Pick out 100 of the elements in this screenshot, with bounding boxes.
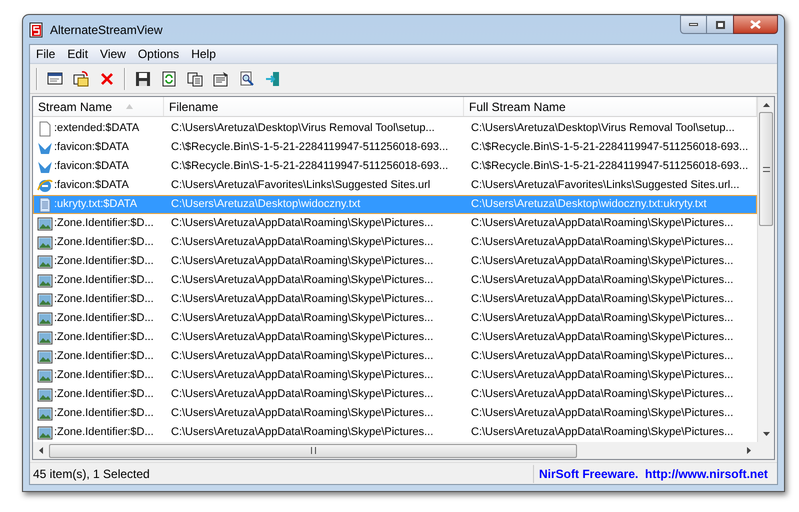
table-cell-text: :Zone.Identifier:$D... xyxy=(54,368,154,384)
image-file-icon xyxy=(37,234,53,250)
table-cell: C:\Users\Aretuza\AppData\Roaming\Skype\Pictures... xyxy=(471,255,734,268)
table-cell: C:\Users\Aretuza\Desktop\widoczny.txt:ukryty.txt xyxy=(471,198,707,210)
image-file-icon xyxy=(37,292,53,308)
list-row[interactable]: :Zone.Identifier:$D... C:\Users\Aretuza\AppData\Roaming\Skype\Pictures... C:\Users\Aretuza\AppData\Roaming\Skype\Pictures... xyxy=(33,233,757,252)
table-cell: C:\Users\Aretuza\AppData\Roaming\Skype\Pictures... xyxy=(471,274,734,286)
table-cell: C:\Users\Aretuza\AppData\Roaming\Skype\Pictures... xyxy=(471,407,734,420)
table-cell: C:\Users\Aretuza\AppData\Roaming\Skype\Pictures... xyxy=(471,331,734,344)
properties-icon xyxy=(213,70,229,86)
scroll-left-icon xyxy=(39,447,43,454)
table-cell-text: :Zone.Identifier:$D... xyxy=(54,311,154,326)
list-row[interactable]: :Zone.Identifier:$D... C:\Users\Aretuza\AppData\Roaming\Skype\Pictures... C:\Users\Aretuza\AppData\Roaming\Skype\Pictures... xyxy=(33,214,757,233)
refresh-icon xyxy=(161,70,177,86)
window-title: AlternateStreamView xyxy=(50,22,162,38)
vertical-scrollbar[interactable] xyxy=(757,97,774,442)
column-header[interactable]: Full Stream Name xyxy=(464,97,757,116)
table-cell: C:\Users\Aretuza\AppData\Roaming\Skype\Pictures... xyxy=(171,293,434,306)
favicon-icon xyxy=(37,158,53,174)
scroll-thumb[interactable] xyxy=(49,444,577,458)
menu-item[interactable]: File xyxy=(30,45,62,63)
table-cell-text: :Zone.Identifier:$D... xyxy=(54,387,154,402)
save-icon xyxy=(135,70,151,86)
list-row[interactable]: :favicon:$DATA C:\$Recycle.Bin\S-1-5-21-2284119947-511256018-693... C:\$Recycle.Bin\S-1-5-21-2284119947-511256018-693... xyxy=(33,138,757,157)
table-cell: C:\Users\Aretuza\AppData\Roaming\Skype\Pictures... xyxy=(471,217,734,230)
list-row[interactable]: :Zone.Identifier:$D... C:\Users\Aretuza\AppData\Roaming\Skype\Pictures... C:\Users\Aretuza\AppData\Roaming\Skype\Pictures... xyxy=(33,290,757,309)
menu-item[interactable]: Options xyxy=(132,45,186,63)
delete-icon xyxy=(99,70,115,86)
table-cell: C:\$Recycle.Bin\S-1-5-21-2284119947-511256018-693... xyxy=(471,141,748,154)
scroll-down-icon xyxy=(762,432,770,436)
table-cell: C:\Users\Aretuza\AppData\Roaming\Skype\Pictures... xyxy=(471,350,734,362)
list-row[interactable]: :Zone.Identifier:$D... C:\Users\Aretuza\AppData\Roaming\Skype\Pictures... C:\Users\Aretuza\AppData\Roaming\Skype\Pictures... xyxy=(33,309,757,328)
image-file-icon xyxy=(37,272,53,288)
menu-item[interactable]: View xyxy=(94,45,132,63)
table-cell: C:\Users\Aretuza\AppData\Roaming\Skype\Pictures... xyxy=(471,369,734,382)
table-cell: C:\Users\Aretuza\Desktop\Virus Removal Tool\setup... xyxy=(471,122,735,134)
table-cell: C:\Users\Aretuza\AppData\Roaming\Skype\Pictures... xyxy=(471,388,734,400)
table-cell: C:\Users\Aretuza\Desktop\Virus Removal Tool\setup... xyxy=(171,122,435,134)
menu-item[interactable]: Help xyxy=(185,45,222,63)
minimize-button[interactable] xyxy=(680,15,707,34)
list-row[interactable]: :Zone.Identifier:$D... C:\Users\Aretuza\AppData\Roaming\Skype\Pictures... C:\Users\Aretuza\AppData\Roaming\Skype\Pictures... xyxy=(33,366,757,385)
website-link[interactable]: NirSoft Freeware. http://www.nirsoft.net xyxy=(533,464,768,482)
list-row[interactable]: :Zone.Identifier:$D... C:\Users\Aretuza\AppData\Roaming\Skype\Pictures... C:\Users\Aretuza\AppData\Roaming\Skype\Pictures... xyxy=(33,423,757,442)
table-cell-text: :favicon:$DATA xyxy=(54,178,129,194)
table-cell-text: :Zone.Identifier:$D... xyxy=(54,254,154,270)
list-row[interactable]: :Zone.Identifier:$D... C:\Users\Aretuza\AppData\Roaming\Skype\Pictures... C:\Users\Aretuza\AppData\Roaming\Skype\Pictures... xyxy=(33,347,757,366)
list-row[interactable]: :Zone.Identifier:$D... C:\Users\Aretuza\AppData\Roaming\Skype\Pictures... C:\Users\Aretuza\AppData\Roaming\Skype\Pictures... xyxy=(33,385,757,404)
table-cell-text: :Zone.Identifier:$D... xyxy=(54,349,154,364)
image-file-icon xyxy=(37,348,53,364)
table-cell: C:\Users\Aretuza\AppData\Roaming\Skype\Pictures... xyxy=(171,426,434,438)
window-icon xyxy=(47,70,63,86)
table-cell: C:\$Recycle.Bin\S-1-5-21-2284119947-511256018-693... xyxy=(471,160,748,172)
table-cell: C:\Users\Aretuza\AppData\Roaming\Skype\Pictures... xyxy=(171,331,434,344)
scroll-thumb[interactable] xyxy=(759,112,773,226)
table-cell: C:\Users\Aretuza\AppData\Roaming\Skype\Pictures... xyxy=(171,236,434,248)
table-cell: C:\Users\Aretuza\Desktop\widoczny.txt xyxy=(171,198,360,210)
table-cell: C:\Users\Aretuza\Favorites\Links\Suggested Sites.url... xyxy=(471,179,740,192)
text-file-icon xyxy=(37,196,53,212)
list-row[interactable]: :Zone.Identifier:$D... C:\Users\Aretuza\AppData\Roaming\Skype\Pictures... C:\Users\Aretuza\AppData\Roaming\Skype\Pictures... xyxy=(33,252,757,271)
exit-icon xyxy=(265,70,281,86)
table-cell-text: :Zone.Identifier:$D... xyxy=(54,330,154,346)
copy-icon xyxy=(187,70,203,86)
menu-item[interactable]: Edit xyxy=(61,45,94,63)
table-cell: C:\Users\Aretuza\AppData\Roaming\Skype\Pictures... xyxy=(171,255,434,268)
image-file-icon xyxy=(37,254,53,270)
image-file-icon xyxy=(37,424,53,440)
favicon-icon xyxy=(37,140,53,156)
scroll-up-icon xyxy=(762,103,770,107)
list-row[interactable]: :favicon:$DATA C:\Users\Aretuza\Favorites\Links\Suggested Sites.url C:\Users\Aretuza\Favorites\Links\Suggested Sites.url... xyxy=(33,176,757,195)
column-header[interactable]: Stream Name xyxy=(33,97,164,116)
image-file-icon xyxy=(37,330,53,346)
table-cell: C:\Users\Aretuza\AppData\Roaming\Skype\Pictures... xyxy=(471,236,734,248)
table-cell: C:\Users\Aretuza\AppData\Roaming\Skype\Pictures... xyxy=(171,217,434,230)
table-cell: C:\Users\Aretuza\AppData\Roaming\Skype\Pictures... xyxy=(471,426,734,438)
item-count: 45 item(s), 1 Selected xyxy=(32,466,151,482)
list-row[interactable]: :extended:$DATA C:\Users\Aretuza\Desktop\Virus Removal Tool\setup... C:\Users\Aretuza\Desktop\Virus Removal Tool\setup... xyxy=(33,119,757,138)
list-row[interactable]: :favicon:$DATA C:\$Recycle.Bin\S-1-5-21-2284119947-511256018-693... C:\$Recycle.Bin\S-1-5-21-2284119947-511256018-693... xyxy=(33,157,757,176)
close-icon xyxy=(750,20,761,29)
list-row[interactable]: :Zone.Identifier:$D... C:\Users\Aretuza\AppData\Roaming\Skype\Pictures... C:\Users\Aretuza\AppData\Roaming\Skype\Pictures... xyxy=(33,328,757,347)
list-row[interactable]: :Zone.Identifier:$D... C:\Users\Aretuza\AppData\Roaming\Skype\Pictures... C:\Users\Aretuza\AppData\Roaming\Skype\Pictures... xyxy=(33,271,757,290)
image-file-icon xyxy=(37,386,53,402)
close-button[interactable] xyxy=(733,15,778,34)
maximize-button[interactable] xyxy=(707,15,733,34)
image-file-icon xyxy=(37,310,53,326)
app-icon xyxy=(29,22,45,38)
browser-icon xyxy=(37,178,53,194)
table-cell: C:\Users\Aretuza\AppData\Roaming\Skype\Pictures... xyxy=(171,407,434,420)
list-row[interactable]: :Zone.Identifier:$D... C:\Users\Aretuza\AppData\Roaming\Skype\Pictures... C:\Users\Aretuza\AppData\Roaming\Skype\Pictures... xyxy=(33,404,757,423)
column-header[interactable]: Filename xyxy=(164,97,464,116)
search-icon xyxy=(239,70,255,86)
table-cell-text: :Zone.Identifier:$D... xyxy=(54,235,154,250)
table-cell: C:\Users\Aretuza\AppData\Roaming\Skype\Pictures... xyxy=(171,388,434,400)
table-cell: C:\Users\Aretuza\AppData\Roaming\Skype\Pictures... xyxy=(171,369,434,382)
folder-icon xyxy=(73,70,89,86)
file-icon xyxy=(37,120,53,136)
table-cell-text: :Zone.Identifier:$D... xyxy=(54,273,154,288)
table-cell: C:\$Recycle.Bin\S-1-5-21-2284119947-511256018-693... xyxy=(171,160,448,172)
table-cell-text: :Zone.Identifier:$D... xyxy=(54,292,154,308)
table-cell-text: :Zone.Identifier:$D... xyxy=(54,406,154,422)
table-cell: C:\Users\Aretuza\AppData\Roaming\Skype\Pictures... xyxy=(171,312,434,324)
